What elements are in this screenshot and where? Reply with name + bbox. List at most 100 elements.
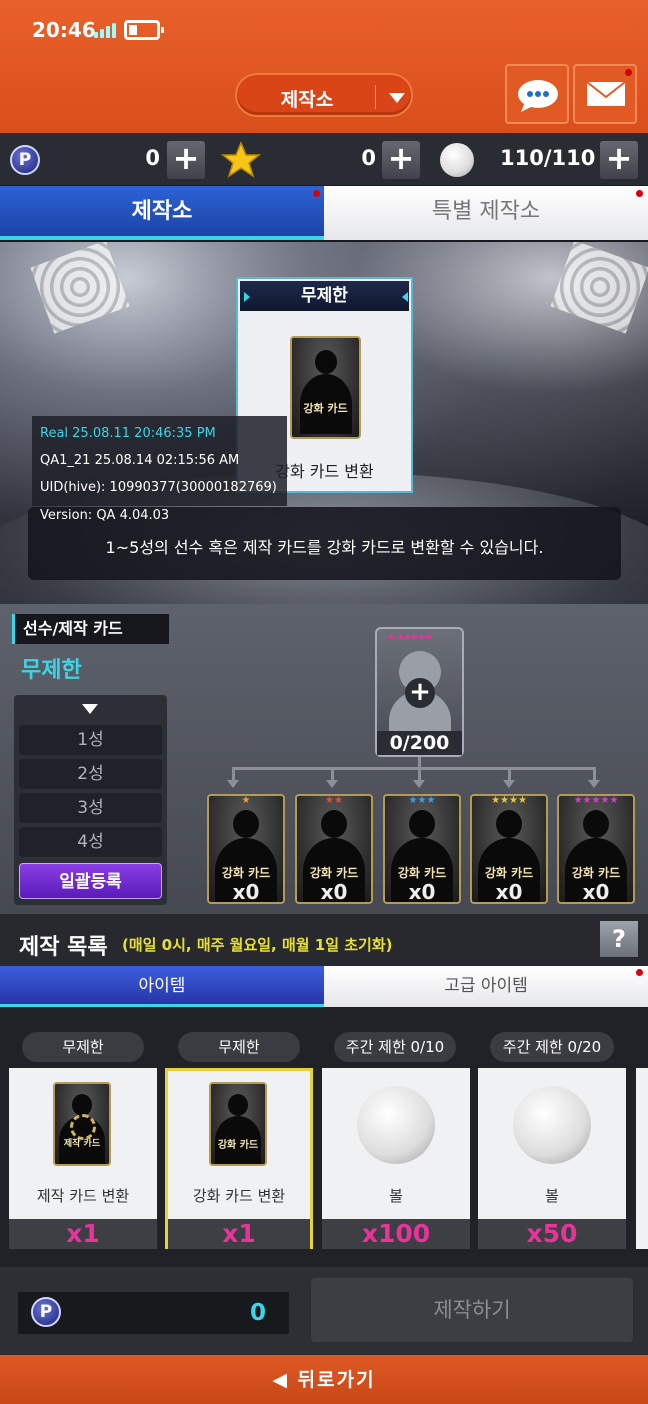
- card-count: x0: [232, 880, 260, 904]
- connector-drop: [593, 767, 596, 781]
- craft-list-header: 제작 목록 (매일 0시, 매주 월요일, 매월 1일 초기화) ?: [0, 914, 648, 966]
- tab-items[interactable]: 아이템: [0, 966, 324, 1007]
- card-label: 강화 카드: [397, 866, 447, 880]
- points-icon: P: [31, 1297, 61, 1327]
- description-box: Version: QA 4.04.03 1~5성의 선수 혹은 제작 카드를 강…: [28, 507, 621, 580]
- chat-button[interactable]: [505, 64, 569, 124]
- craft-item-ball-50[interactable]: 볼 x50: [478, 1068, 626, 1249]
- card-label: 강화 카드: [484, 866, 534, 880]
- item-tag: 무제한: [22, 1032, 144, 1062]
- card-label: 강화 카드: [303, 402, 348, 415]
- limit-label: 무제한: [21, 658, 82, 683]
- top-bar: 20:46 제작소: [0, 0, 648, 133]
- stadium-light-left: [30, 242, 130, 334]
- tab-workshop-label: 제작소: [131, 199, 193, 224]
- card-label: 강화 카드: [309, 866, 359, 880]
- filter-1-star[interactable]: 1성: [19, 725, 162, 755]
- material-card-3star[interactable]: ★★★ 강화 카드 x0: [383, 794, 461, 904]
- card-label: 강화 카드: [221, 866, 271, 880]
- card-count: x0: [495, 880, 523, 904]
- debug-qa-time: QA1_21 25.08.14 02:15:56 AM: [40, 453, 240, 468]
- recipe-limit-text: 무제한: [301, 286, 348, 306]
- connector-drop: [508, 767, 511, 781]
- debug-real-time: Real 25.08.11 20:46:35 PM: [40, 426, 216, 441]
- tab-special-workshop[interactable]: 특별 제작소: [324, 186, 648, 240]
- balls-value: 110/110: [500, 146, 596, 170]
- silhouette-head: [321, 810, 347, 838]
- ball-icon: [513, 1086, 591, 1164]
- tab-advanced-dot: [636, 969, 643, 976]
- next-arrow-icon: [402, 292, 408, 302]
- craft-list-title: 제작 목록: [19, 935, 108, 960]
- bulk-register-button[interactable]: 일괄등록: [19, 863, 162, 899]
- item-quantity: x1: [9, 1219, 157, 1249]
- description-text: 1~5성의 선수 혹은 제작 카드를 강화 카드로 변환할 수 있습니다.: [105, 538, 544, 557]
- debug-uid: UID(hive): 10990377(30000182769): [40, 480, 277, 495]
- connector-drop: [232, 767, 235, 781]
- tab-advanced-label: 고급 아이템: [444, 976, 528, 996]
- title-dropdown[interactable]: 제작소: [235, 73, 413, 117]
- debug-overlay: Real 25.08.11 20:46:35 PM QA1_21 25.08.1…: [32, 416, 287, 506]
- star-icon: ★: [241, 795, 251, 806]
- help-button[interactable]: ?: [600, 921, 638, 957]
- craft-item-make-card[interactable]: 제작 카드 제작 카드 변환 x1: [9, 1068, 157, 1249]
- arrow-down-icon: [413, 780, 425, 788]
- craft-button[interactable]: 제작하기: [311, 1278, 633, 1342]
- enhance-card-image: 강화 카드: [290, 336, 361, 439]
- add-stars-button[interactable]: +: [382, 141, 420, 179]
- connector-drop: [331, 767, 334, 781]
- connector-bar: [232, 767, 596, 770]
- craft-item-ball-100[interactable]: 볼 x100: [322, 1068, 470, 1249]
- arrow-down-icon: [588, 780, 600, 788]
- points-icon: P: [10, 145, 40, 175]
- star-range-icon: ★-★★★★★: [387, 633, 433, 643]
- tab-advanced-items[interactable]: 고급 아이템: [324, 966, 648, 1007]
- item-tag: 무제한: [178, 1032, 300, 1062]
- arrow-down-icon: [227, 780, 239, 788]
- make-card-image: 제작 카드: [53, 1082, 111, 1166]
- material-card-5star[interactable]: ★★★★★ 강화 카드 x0: [557, 794, 635, 904]
- tab-workshop[interactable]: 제작소: [0, 186, 324, 240]
- item-quantity: x1: [168, 1219, 310, 1249]
- next-item-peek: [636, 1068, 648, 1249]
- signal-icon: [94, 22, 116, 38]
- star-icon: ★★★: [408, 795, 436, 806]
- star-filter-panel: 1성 2성 3성 4성 일괄등록: [14, 695, 167, 905]
- card-count: x0: [320, 880, 348, 904]
- add-material-slot[interactable]: ★-★★★★★ + 0/200: [375, 627, 464, 757]
- material-card-2star[interactable]: ★★ 강화 카드 x0: [295, 794, 373, 904]
- slot-count: 0/200: [377, 731, 462, 755]
- star-icon: ★★★★★: [573, 795, 619, 806]
- material-card-1star[interactable]: ★ 강화 카드 x0: [207, 794, 285, 904]
- material-card-4star[interactable]: ★★★★ 강화 카드 x0: [470, 794, 548, 904]
- filter-4-star[interactable]: 4성: [19, 827, 162, 857]
- item-quantity: x100: [322, 1219, 470, 1249]
- arrow-down-icon: [503, 780, 515, 788]
- silhouette-head: [583, 810, 609, 838]
- dropdown-divider: [375, 85, 376, 109]
- arrow-down-icon: [326, 780, 338, 788]
- stadium-light-right: [550, 242, 648, 334]
- back-button[interactable]: ◀ 뒤로가기: [0, 1365, 648, 1392]
- item-tag: 주간 제한 0/10: [334, 1032, 456, 1062]
- cost-value: 0: [249, 1300, 266, 1326]
- recipe-limit-header: 무제한: [240, 281, 409, 311]
- tab-special-label: 특별 제작소: [431, 199, 541, 224]
- add-balls-button[interactable]: +: [600, 141, 638, 179]
- card-label: 강화 카드: [217, 1140, 259, 1151]
- craft-item-enhance-card[interactable]: 강화 카드 강화 카드 변환 x1: [165, 1068, 313, 1249]
- plus-icon: +: [405, 678, 435, 708]
- chevron-down-icon: [389, 93, 405, 103]
- ball-icon: [440, 143, 474, 177]
- filter-3-star[interactable]: 3성: [19, 793, 162, 823]
- silhouette-head: [72, 1094, 92, 1116]
- filter-2-star[interactable]: 2성: [19, 759, 162, 789]
- filter-collapse-icon[interactable]: [82, 704, 98, 714]
- star-icon: ★★★★: [491, 795, 527, 806]
- tab-workshop-dot: [313, 190, 320, 197]
- mail-notification-dot: [625, 69, 632, 76]
- add-points-button[interactable]: +: [167, 141, 205, 179]
- item-name: 제작 카드 변환: [36, 1187, 130, 1205]
- item-tag: 주간 제한 0/20: [490, 1032, 614, 1062]
- section-label: 선수/제작 카드: [12, 614, 169, 644]
